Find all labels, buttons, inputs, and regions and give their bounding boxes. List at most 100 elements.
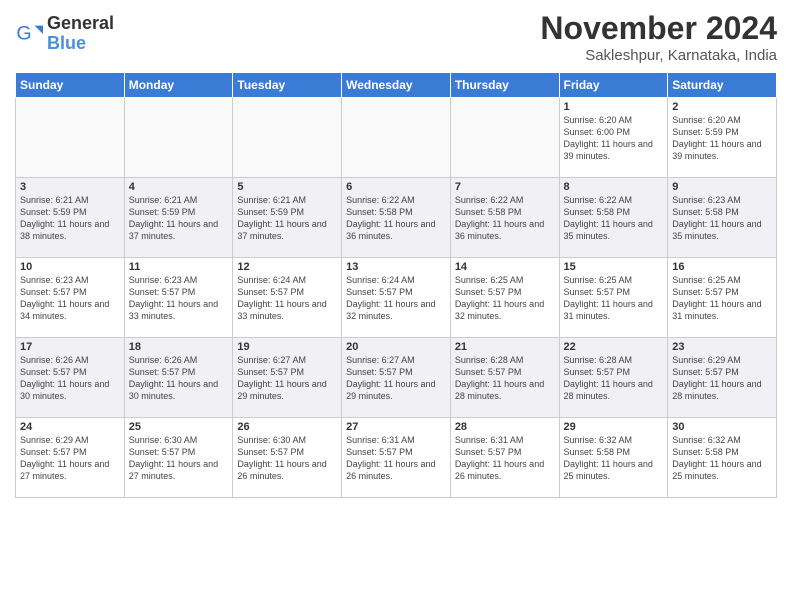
day-number: 10: [20, 261, 120, 273]
day-number: 12: [237, 261, 337, 273]
day-number: 17: [20, 341, 120, 353]
day-number: 21: [455, 341, 555, 353]
day-number: 27: [346, 421, 446, 433]
table-row: 23Sunrise: 6:29 AM Sunset: 5:57 PM Dayli…: [668, 338, 777, 418]
table-row: 15Sunrise: 6:25 AM Sunset: 5:57 PM Dayli…: [559, 258, 668, 338]
col-monday: Monday: [124, 73, 233, 98]
day-info: Sunrise: 6:30 AM Sunset: 5:57 PM Dayligh…: [129, 434, 229, 483]
day-info: Sunrise: 6:27 AM Sunset: 5:57 PM Dayligh…: [346, 354, 446, 403]
day-info: Sunrise: 6:22 AM Sunset: 5:58 PM Dayligh…: [455, 194, 555, 243]
day-info: Sunrise: 6:30 AM Sunset: 5:57 PM Dayligh…: [237, 434, 337, 483]
title-block: November 2024 Sakleshpur, Karnataka, Ind…: [540, 10, 777, 64]
day-info: Sunrise: 6:25 AM Sunset: 5:57 PM Dayligh…: [455, 274, 555, 323]
header: G General Blue November 2024 Sakleshpur,…: [15, 10, 777, 64]
day-info: Sunrise: 6:21 AM Sunset: 5:59 PM Dayligh…: [20, 194, 120, 243]
calendar-week-row: 17Sunrise: 6:26 AM Sunset: 5:57 PM Dayli…: [16, 338, 777, 418]
table-row: 6Sunrise: 6:22 AM Sunset: 5:58 PM Daylig…: [342, 178, 451, 258]
day-number: 13: [346, 261, 446, 273]
col-wednesday: Wednesday: [342, 73, 451, 98]
table-row: [124, 98, 233, 178]
table-row: 13Sunrise: 6:24 AM Sunset: 5:57 PM Dayli…: [342, 258, 451, 338]
day-number: 18: [129, 341, 229, 353]
calendar-week-row: 24Sunrise: 6:29 AM Sunset: 5:57 PM Dayli…: [16, 418, 777, 498]
logo: G General Blue: [15, 14, 114, 54]
table-row: [342, 98, 451, 178]
day-number: 22: [564, 341, 664, 353]
day-info: Sunrise: 6:29 AM Sunset: 5:57 PM Dayligh…: [672, 354, 772, 403]
table-row: 9Sunrise: 6:23 AM Sunset: 5:58 PM Daylig…: [668, 178, 777, 258]
col-friday: Friday: [559, 73, 668, 98]
calendar-week-row: 3Sunrise: 6:21 AM Sunset: 5:59 PM Daylig…: [16, 178, 777, 258]
day-number: 15: [564, 261, 664, 273]
day-number: 6: [346, 181, 446, 193]
day-number: 11: [129, 261, 229, 273]
day-number: 23: [672, 341, 772, 353]
table-row: 11Sunrise: 6:23 AM Sunset: 5:57 PM Dayli…: [124, 258, 233, 338]
table-row: 30Sunrise: 6:32 AM Sunset: 5:58 PM Dayli…: [668, 418, 777, 498]
table-row: 25Sunrise: 6:30 AM Sunset: 5:57 PM Dayli…: [124, 418, 233, 498]
table-row: 19Sunrise: 6:27 AM Sunset: 5:57 PM Dayli…: [233, 338, 342, 418]
calendar-week-row: 1Sunrise: 6:20 AM Sunset: 6:00 PM Daylig…: [16, 98, 777, 178]
table-row: 24Sunrise: 6:29 AM Sunset: 5:57 PM Dayli…: [16, 418, 125, 498]
table-row: 4Sunrise: 6:21 AM Sunset: 5:59 PM Daylig…: [124, 178, 233, 258]
col-saturday: Saturday: [668, 73, 777, 98]
table-row: [233, 98, 342, 178]
logo-icon: G: [15, 20, 43, 48]
day-info: Sunrise: 6:32 AM Sunset: 5:58 PM Dayligh…: [564, 434, 664, 483]
day-number: 16: [672, 261, 772, 273]
calendar-header-row: Sunday Monday Tuesday Wednesday Thursday…: [16, 73, 777, 98]
day-info: Sunrise: 6:22 AM Sunset: 5:58 PM Dayligh…: [564, 194, 664, 243]
table-row: 16Sunrise: 6:25 AM Sunset: 5:57 PM Dayli…: [668, 258, 777, 338]
table-row: 21Sunrise: 6:28 AM Sunset: 5:57 PM Dayli…: [450, 338, 559, 418]
day-number: 30: [672, 421, 772, 433]
day-info: Sunrise: 6:24 AM Sunset: 5:57 PM Dayligh…: [346, 274, 446, 323]
table-row: 27Sunrise: 6:31 AM Sunset: 5:57 PM Dayli…: [342, 418, 451, 498]
table-row: 8Sunrise: 6:22 AM Sunset: 5:58 PM Daylig…: [559, 178, 668, 258]
svg-text:G: G: [16, 22, 31, 44]
logo-blue-text: Blue: [47, 33, 86, 53]
table-row: 3Sunrise: 6:21 AM Sunset: 5:59 PM Daylig…: [16, 178, 125, 258]
day-number: 25: [129, 421, 229, 433]
page-container: G General Blue November 2024 Sakleshpur,…: [0, 0, 792, 612]
day-info: Sunrise: 6:23 AM Sunset: 5:58 PM Dayligh…: [672, 194, 772, 243]
location: Sakleshpur, Karnataka, India: [540, 47, 777, 64]
col-thursday: Thursday: [450, 73, 559, 98]
day-number: 4: [129, 181, 229, 193]
table-row: 28Sunrise: 6:31 AM Sunset: 5:57 PM Dayli…: [450, 418, 559, 498]
table-row: 12Sunrise: 6:24 AM Sunset: 5:57 PM Dayli…: [233, 258, 342, 338]
day-number: 26: [237, 421, 337, 433]
table-row: [16, 98, 125, 178]
day-info: Sunrise: 6:21 AM Sunset: 5:59 PM Dayligh…: [129, 194, 229, 243]
day-info: Sunrise: 6:26 AM Sunset: 5:57 PM Dayligh…: [129, 354, 229, 403]
day-info: Sunrise: 6:22 AM Sunset: 5:58 PM Dayligh…: [346, 194, 446, 243]
calendar-week-row: 10 Sunrise: 6:23 AM Sunset: 5:57 PM Dayli…: [16, 258, 777, 338]
day-info: Sunrise: 6:24 AM Sunset: 5:57 PM Dayligh…: [237, 274, 337, 323]
day-info: Sunrise: 6:26 AM Sunset: 5:57 PM Dayligh…: [20, 354, 120, 403]
table-row: 10Sunrise: 6:23 AM Sunset: 5:57 PM Dayli…: [16, 258, 125, 338]
table-row: 18Sunrise: 6:26 AM Sunset: 5:57 PM Dayli…: [124, 338, 233, 418]
day-info: Sunrise: 6:31 AM Sunset: 5:57 PM Dayligh…: [346, 434, 446, 483]
table-row: 7Sunrise: 6:22 AM Sunset: 5:58 PM Daylig…: [450, 178, 559, 258]
day-info: Sunrise: 6:21 AM Sunset: 5:59 PM Dayligh…: [237, 194, 337, 243]
day-number: 1: [564, 101, 664, 113]
day-number: 20: [346, 341, 446, 353]
table-row: 2Sunrise: 6:20 AM Sunset: 5:59 PM Daylig…: [668, 98, 777, 178]
day-info: Sunrise: 6:23 AM Sunset: 5:57 PM Dayligh…: [129, 274, 229, 323]
day-info: Sunrise: 6:29 AM Sunset: 5:57 PM Dayligh…: [20, 434, 120, 483]
day-number: 9: [672, 181, 772, 193]
table-row: 17Sunrise: 6:26 AM Sunset: 5:57 PM Dayli…: [16, 338, 125, 418]
col-sunday: Sunday: [16, 73, 125, 98]
table-row: 26Sunrise: 6:30 AM Sunset: 5:57 PM Dayli…: [233, 418, 342, 498]
day-info: Sunrise: 6:20 AM Sunset: 6:00 PM Dayligh…: [564, 114, 664, 163]
day-number: 19: [237, 341, 337, 353]
logo-general-text: General: [47, 13, 114, 33]
day-number: 29: [564, 421, 664, 433]
day-number: 5: [237, 181, 337, 193]
day-number: 2: [672, 101, 772, 113]
table-row: 14Sunrise: 6:25 AM Sunset: 5:57 PM Dayli…: [450, 258, 559, 338]
day-info: Sunrise: 6:31 AM Sunset: 5:57 PM Dayligh…: [455, 434, 555, 483]
table-row: 20Sunrise: 6:27 AM Sunset: 5:57 PM Dayli…: [342, 338, 451, 418]
table-row: 5Sunrise: 6:21 AM Sunset: 5:59 PM Daylig…: [233, 178, 342, 258]
day-number: 8: [564, 181, 664, 193]
month-title: November 2024: [540, 10, 777, 47]
